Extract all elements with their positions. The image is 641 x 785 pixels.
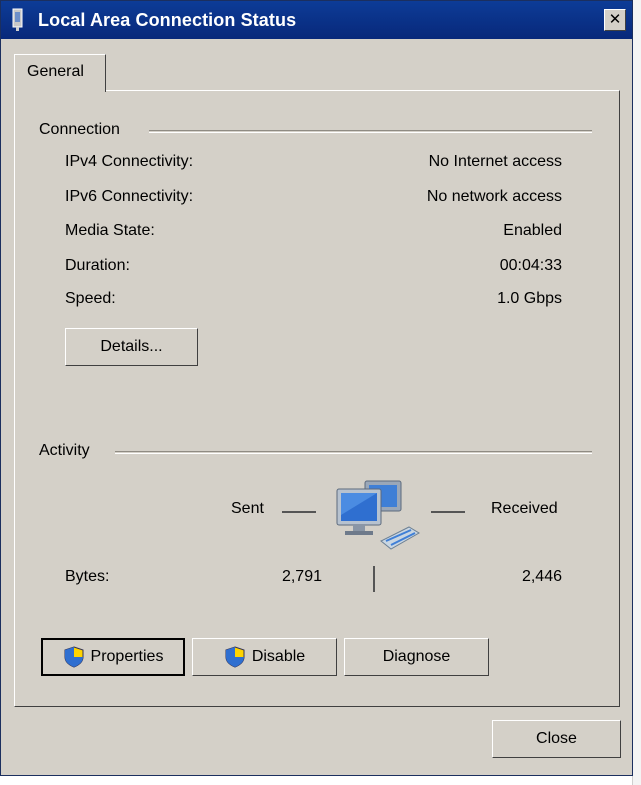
sent-label: Sent [231, 500, 264, 517]
speed-label: Speed: [65, 290, 116, 307]
properties-button-label: Properties [90, 648, 164, 665]
details-button-label: Details... [100, 338, 163, 355]
activity-group-divider [115, 451, 592, 454]
network-connection-icon [12, 8, 23, 31]
tab-general-label: General [27, 63, 84, 80]
connection-group-label: Connection [39, 121, 120, 138]
background-window-edge [632, 0, 641, 785]
diagnose-button-label: Diagnose [382, 648, 451, 665]
sent-line [282, 511, 316, 513]
details-button[interactable]: Details... [65, 328, 198, 366]
network-computers-icon [336, 480, 420, 550]
close-icon: ✕ [608, 11, 622, 28]
general-panel [14, 90, 620, 707]
activity-group-label: Activity [39, 442, 90, 459]
disable-button[interactable]: Disable [192, 638, 337, 676]
diagnose-button[interactable]: Diagnose [344, 638, 489, 676]
close-button-label: Close [536, 730, 577, 747]
uac-shield-icon [64, 646, 84, 668]
ipv4-value: No Internet access [428, 153, 562, 170]
bytes-divider [373, 566, 375, 592]
media-state-label: Media State: [65, 222, 155, 239]
received-line [431, 511, 465, 513]
duration-value: 00:04:33 [499, 257, 562, 274]
ipv6-label: IPv6 Connectivity: [65, 188, 194, 205]
window-title: Local Area Connection Status [38, 10, 297, 30]
title-close-button[interactable]: ✕ [604, 9, 626, 31]
media-state-value: Enabled [503, 222, 562, 239]
ipv4-label: IPv4 Connectivity: [65, 153, 194, 170]
connection-group-divider [149, 130, 592, 133]
status-dialog: Local Area Connection Status ✕ General C… [0, 0, 633, 776]
received-label: Received [491, 500, 558, 517]
disable-button-label: Disable [251, 648, 306, 665]
tab-general[interactable]: General [14, 54, 106, 92]
bytes-received-value: 2,446 [521, 568, 562, 585]
ipv6-value: No network access [426, 188, 562, 205]
bytes-sent-value: 2,791 [281, 568, 322, 585]
duration-label: Duration: [65, 257, 130, 274]
title-bar[interactable]: Local Area Connection Status ✕ [1, 1, 632, 39]
bytes-label: Bytes: [65, 568, 110, 585]
properties-button[interactable]: Properties [41, 638, 185, 676]
close-button[interactable]: Close [492, 720, 621, 758]
speed-value: 1.0 Gbps [497, 290, 562, 307]
uac-shield-icon [225, 646, 245, 668]
